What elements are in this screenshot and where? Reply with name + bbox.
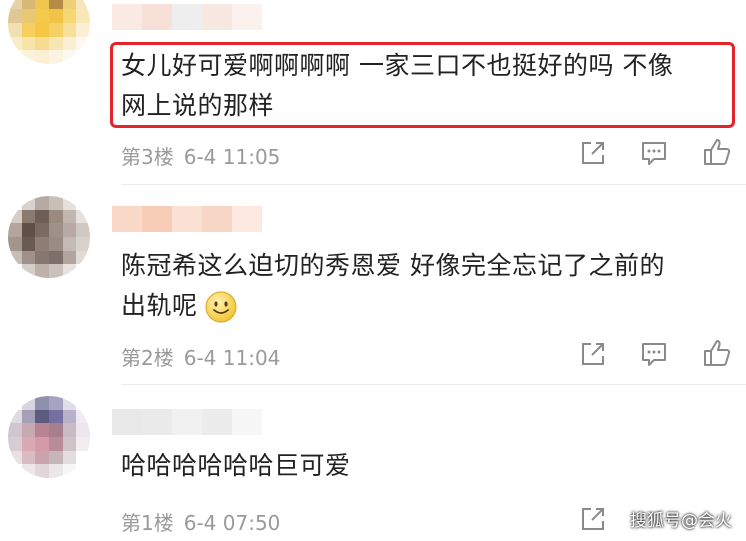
divider [121,384,746,385]
comment-text-line2-text: 出轨呢 [121,291,198,320]
reply-icon[interactable] [639,138,669,168]
comment-text-line1: 女儿好可爱啊啊啊啊 一家三口不也挺好的吗 不像 [121,51,674,80]
username-blurred[interactable] [112,4,262,30]
floor-label: 第1楼 [121,511,174,535]
avatar[interactable] [8,0,90,64]
avatar[interactable] [8,396,90,478]
comment-meta: 第2楼 6-4 11:04 [121,342,290,371]
comment-text-line2: 网上说的那样 [121,91,275,120]
comment-text: 哈哈哈哈哈哈巨可爱 [121,446,733,486]
comment-text: 陈冠希这么迫切的秀恩爱 好像完全忘记了之前的 出轨呢 [121,246,733,326]
avatar[interactable] [8,196,90,278]
comment-text-line2: 出轨呢 [121,286,733,326]
share-icon[interactable] [578,138,608,168]
username-blurred[interactable] [112,409,262,435]
comment-meta: 第3楼 6-4 11:05 [121,141,290,170]
comment-text: 女儿好可爱啊啊啊啊 一家三口不也挺好的吗 不像 网上说的那样 [121,46,733,126]
share-icon[interactable] [578,339,608,369]
floor-label: 第3楼 [121,145,174,169]
share-icon[interactable] [578,504,608,534]
floor-label: 第2楼 [121,346,174,370]
watermark: 搜狐号@会火 [630,511,732,531]
comment-text-line1: 哈哈哈哈哈哈巨可爱 [121,451,351,480]
divider [121,184,746,185]
timestamp: 6-4 11:05 [183,145,281,169]
timestamp: 6-4 07:50 [183,511,281,535]
reply-icon[interactable] [639,339,669,369]
like-icon[interactable] [702,338,732,368]
username-blurred[interactable] [112,206,262,232]
timestamp: 6-4 11:04 [183,346,281,370]
smile-emoji-icon [205,291,237,323]
comment-text-line1: 陈冠希这么迫切的秀恩爱 好像完全忘记了之前的 [121,251,665,280]
like-icon[interactable] [702,137,732,167]
comment-meta: 第1楼 6-4 07:50 [121,507,290,536]
